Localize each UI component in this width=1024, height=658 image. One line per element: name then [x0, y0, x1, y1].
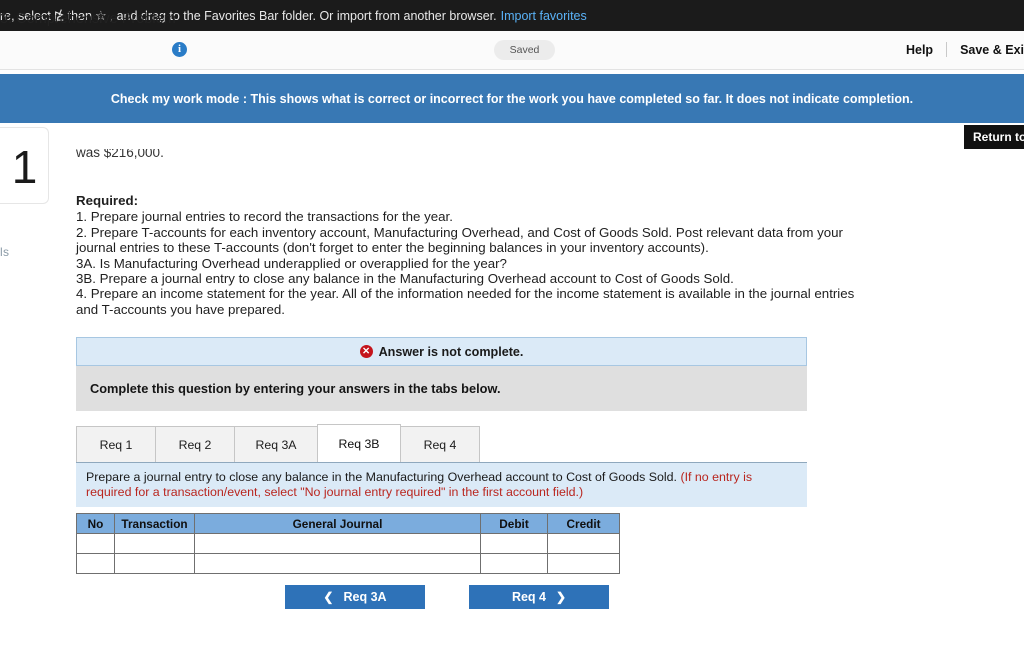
- cell-transaction-1[interactable]: [114, 533, 195, 554]
- import-favorites-link[interactable]: Import favorites: [501, 9, 587, 23]
- required-item-3a: 3A. Is Manufacturing Overhead underappli…: [76, 255, 507, 271]
- column-header-no: No: [76, 513, 115, 534]
- column-header-debit: Debit: [480, 513, 548, 534]
- complete-question-instruction: Complete this question by entering your …: [76, 366, 807, 411]
- clipped-sidebar-fragment: ls: [0, 245, 10, 259]
- tab-req-2[interactable]: Req 2: [155, 426, 235, 462]
- cell-credit-1[interactable]: [547, 533, 620, 554]
- cell-credit-2[interactable]: [547, 553, 620, 574]
- cell-general-journal-2[interactable]: [194, 553, 481, 574]
- chevron-right-icon: ❯: [555, 590, 567, 604]
- help-button[interactable]: Help: [906, 43, 946, 57]
- general-journal-table: No Transaction General Journal Debit Cre…: [76, 513, 620, 574]
- error-x-icon: ✕: [359, 345, 373, 358]
- required-section: Required: 1. Prepare journal entries to …: [76, 193, 876, 317]
- requirement-navigation: ❮ Req 3A Req 4 ❯: [285, 585, 609, 609]
- cell-no-1[interactable]: [76, 533, 115, 554]
- requirement-tabs: Req 1 Req 2 Req 3A Req 3B Req 4: [76, 424, 480, 462]
- table-row: [76, 553, 620, 574]
- cell-general-journal-1[interactable]: [194, 533, 481, 554]
- required-item-3b: 3B. Prepare a journal entry to close any…: [76, 271, 734, 287]
- prev-requirement-label: Req 3A: [343, 590, 387, 604]
- answer-incomplete-text: Answer is not complete.: [378, 344, 524, 359]
- requirement-prompt-main: Prepare a journal entry to close any bal…: [86, 470, 677, 484]
- tab-req-1[interactable]: Req 1: [76, 426, 156, 462]
- question-number: 1: [11, 140, 38, 193]
- clipped-problem-text: was $216,000.: [76, 149, 164, 166]
- question-nav-card[interactable]: 1: [0, 127, 49, 204]
- page-title: 3: Comprehensive Problem: [0, 11, 176, 27]
- required-heading: Required:: [76, 193, 139, 208]
- required-item-2: 2. Prepare T-accounts for each inventory…: [76, 224, 843, 256]
- tab-req-3b[interactable]: Req 3B: [317, 424, 401, 462]
- column-header-transaction: Transaction: [114, 513, 195, 534]
- clipped-problem-text-value: was $216,000.: [76, 149, 164, 160]
- chevron-left-icon: ❮: [323, 590, 334, 604]
- cell-transaction-2[interactable]: [114, 553, 195, 574]
- table-header-row: No Transaction General Journal Debit Cre…: [76, 513, 620, 534]
- required-item-1: 1. Prepare journal entries to record the…: [76, 209, 453, 225]
- column-header-credit: Credit: [547, 513, 620, 534]
- cell-no-2[interactable]: [76, 553, 115, 574]
- table-row: [76, 533, 620, 554]
- cell-debit-2[interactable]: [480, 553, 548, 574]
- check-my-work-banner: Check my work mode : This shows what is …: [0, 74, 1024, 123]
- prev-requirement-button[interactable]: ❮ Req 3A: [285, 585, 425, 609]
- tab-req-4[interactable]: Req 4: [400, 426, 480, 462]
- required-item-4: 4. Prepare an income statement for the y…: [76, 286, 855, 317]
- tab-req-3a[interactable]: Req 3A: [234, 426, 318, 462]
- column-header-general-journal: General Journal: [194, 513, 481, 534]
- cell-debit-1[interactable]: [480, 533, 548, 554]
- status-badge-saved: Saved: [494, 40, 555, 60]
- next-requirement-label: Req 4: [511, 590, 546, 604]
- return-to-button[interactable]: Return to: [964, 125, 1024, 149]
- answer-status-panels: ✕ Answer is not complete. Complete this …: [76, 337, 807, 411]
- info-icon[interactable]: i: [172, 42, 187, 57]
- next-requirement-button[interactable]: Req 4 ❯: [469, 585, 609, 609]
- header-actions: Help Save & Exi: [906, 42, 1024, 57]
- requirement-prompt: Prepare a journal entry to close any bal…: [76, 462, 807, 507]
- save-and-exit-button[interactable]: Save & Exi: [947, 43, 1024, 57]
- answer-incomplete-alert: ✕ Answer is not complete.: [76, 337, 807, 366]
